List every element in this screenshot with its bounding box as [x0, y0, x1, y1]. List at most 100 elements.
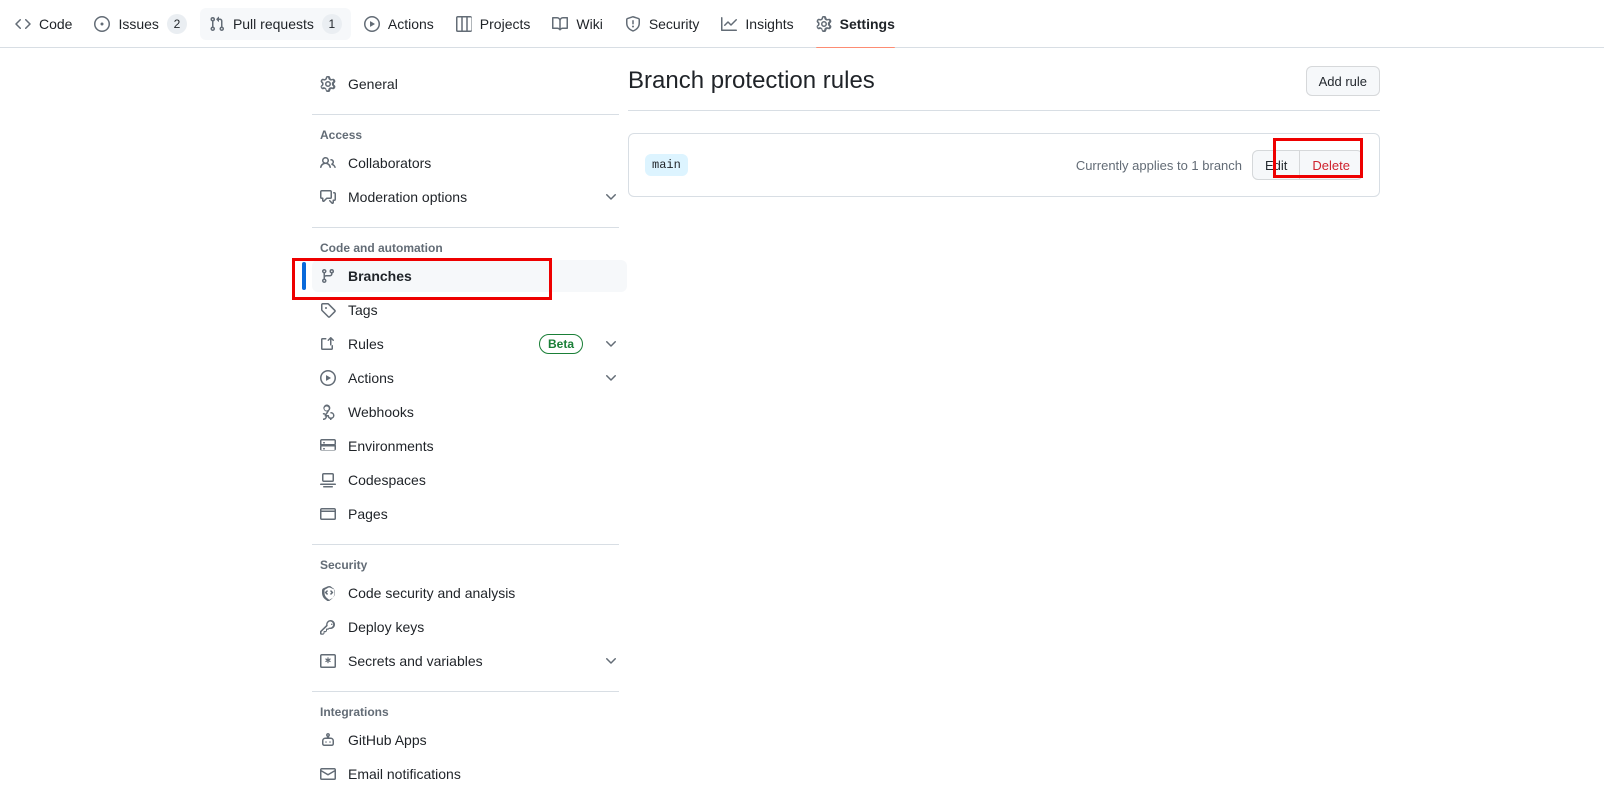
- book-icon: [552, 16, 569, 32]
- branch-protection-rule-row: main Currently applies to 1 branch Edit …: [628, 133, 1380, 197]
- sidebar-item-label: Deploy keys: [348, 619, 425, 635]
- tab-pull-requests[interactable]: Pull requests 1: [199, 7, 351, 40]
- branch-icon: [320, 268, 336, 284]
- sidebar-group-title-integrations: Integrations: [320, 705, 389, 719]
- main-header: Branch protection rules Add rule: [628, 66, 1380, 111]
- sidebar-group-title-access: Access: [320, 128, 363, 142]
- sidebar-item-environments[interactable]: Environments: [312, 430, 627, 462]
- tag-icon: [320, 302, 336, 318]
- sidebar-item-actions[interactable]: Actions: [312, 362, 627, 394]
- branch-pattern-badge[interactable]: main: [645, 154, 688, 176]
- graph-icon: [721, 16, 738, 32]
- tab-label: Projects: [479, 15, 531, 32]
- sidebar-item-label: Webhooks: [348, 404, 414, 420]
- sidebar-item-label: Moderation options: [348, 189, 468, 205]
- sidebar-item-label: Rules: [348, 336, 384, 352]
- codespaces-icon: [320, 472, 336, 488]
- tab-issues[interactable]: Issues 2: [85, 8, 195, 40]
- tab-insights[interactable]: Insights: [712, 8, 802, 40]
- sidebar-item-moderation-options[interactable]: Moderation options: [312, 181, 627, 213]
- code-icon: [15, 16, 31, 32]
- sidebar-group-title-code-and-automation: Code and automation: [320, 241, 443, 255]
- asterisk-icon: [320, 653, 336, 669]
- sidebar-divider: [312, 691, 619, 692]
- sidebar-item-general[interactable]: General: [312, 68, 627, 100]
- sidebar-item-email-notifications[interactable]: Email notifications: [312, 758, 627, 790]
- chevron-down-icon[interactable]: [603, 189, 619, 205]
- code-scan-icon: [320, 585, 336, 601]
- main-content: Branch protection rules Add rule main Cu…: [628, 66, 1380, 197]
- rules-icon: [320, 336, 336, 352]
- pull-requests-counter: 1: [321, 13, 342, 34]
- sidebar-item-code-security-and-analysis[interactable]: Code security and analysis: [312, 577, 627, 609]
- tab-settings[interactable]: Settings: [807, 8, 904, 49]
- delete-button[interactable]: Delete: [1299, 150, 1363, 180]
- sidebar-item-label: Actions: [348, 370, 394, 386]
- sidebar-item-pages[interactable]: Pages: [312, 498, 627, 530]
- page-body: General Access Collaborators Moderation …: [0, 48, 1604, 809]
- chevron-down-icon[interactable]: [603, 336, 619, 352]
- page-title: Branch protection rules: [628, 67, 875, 94]
- sidebar-item-label: Secrets and variables: [348, 653, 483, 669]
- sidebar-item-github-apps[interactable]: GitHub Apps: [312, 724, 627, 756]
- issue-icon: [94, 15, 111, 32]
- sidebar-item-label: Email notifications: [348, 766, 461, 782]
- apps-icon: [320, 732, 336, 748]
- sidebar-item-label: General: [348, 76, 398, 92]
- webhook-icon: [320, 404, 336, 420]
- chevron-down-icon[interactable]: [603, 370, 619, 386]
- sidebar-item-collaborators[interactable]: Collaborators: [312, 147, 627, 179]
- comment-icon: [320, 189, 336, 205]
- sidebar-divider: [312, 544, 619, 545]
- sidebar-item-rules[interactable]: Rules Beta: [312, 328, 627, 360]
- shield-icon: [625, 15, 641, 32]
- beta-badge: Beta: [538, 334, 583, 354]
- tab-label: Settings: [839, 15, 895, 32]
- sidebar-item-label: Code security and analysis: [348, 585, 516, 601]
- tab-label: Code: [39, 15, 73, 32]
- pull-request-icon: [209, 16, 225, 32]
- tab-wiki[interactable]: Wiki: [543, 8, 611, 40]
- sidebar-item-label: Environments: [348, 438, 434, 454]
- mail-icon: [320, 766, 336, 782]
- people-icon: [320, 155, 336, 171]
- sidebar-item-branches[interactable]: Branches: [302, 260, 627, 292]
- sidebar-item-codespaces[interactable]: Codespaces: [312, 464, 627, 496]
- edit-button[interactable]: Edit: [1252, 150, 1300, 180]
- gear-icon: [816, 15, 832, 32]
- tab-label: Security: [648, 15, 700, 32]
- tab-label: Issues: [118, 15, 159, 32]
- tab-label: Wiki: [576, 15, 603, 32]
- tab-projects[interactable]: Projects: [447, 8, 540, 40]
- sidebar-group-title-security: Security: [320, 558, 368, 572]
- sidebar-item-label: GitHub Apps: [348, 732, 427, 748]
- sidebar-item-label: Codespaces: [348, 472, 426, 488]
- server-icon: [320, 438, 336, 454]
- sidebar-item-webhooks[interactable]: Webhooks: [312, 396, 627, 428]
- sidebar-divider: [312, 227, 619, 228]
- key-icon: [320, 619, 336, 635]
- tab-label: Insights: [745, 15, 794, 32]
- tab-label: Pull requests: [232, 15, 314, 32]
- sidebar-item-label: Tags: [348, 302, 378, 318]
- table-icon: [455, 15, 472, 32]
- tab-label: Actions: [387, 15, 434, 32]
- add-rule-button[interactable]: Add rule: [1305, 66, 1380, 96]
- chevron-down-icon[interactable]: [603, 653, 619, 669]
- sidebar-item-secrets-and-variables[interactable]: Secrets and variables: [312, 645, 627, 677]
- tab-actions[interactable]: Actions: [355, 8, 443, 40]
- play-icon: [363, 15, 380, 32]
- gear-icon: [320, 76, 336, 92]
- browser-icon: [320, 506, 336, 522]
- tab-code[interactable]: Code: [6, 8, 81, 40]
- play-icon: [320, 370, 336, 386]
- rule-actions: Currently applies to 1 branch Edit Delet…: [1076, 150, 1363, 180]
- sidebar-item-deploy-keys[interactable]: Deploy keys: [312, 611, 627, 643]
- applies-to-text: Currently applies to 1 branch: [1075, 157, 1243, 173]
- settings-sidebar: General Access Collaborators Moderation …: [302, 66, 627, 792]
- sidebar-item-label: Pages: [348, 506, 388, 522]
- sidebar-item-label: Branches: [348, 268, 412, 284]
- sidebar-item-tags[interactable]: Tags: [312, 294, 627, 326]
- repo-nav: Code Issues 2 Pull requests 1 Actions Pr…: [0, 0, 1604, 49]
- tab-security[interactable]: Security: [616, 8, 709, 40]
